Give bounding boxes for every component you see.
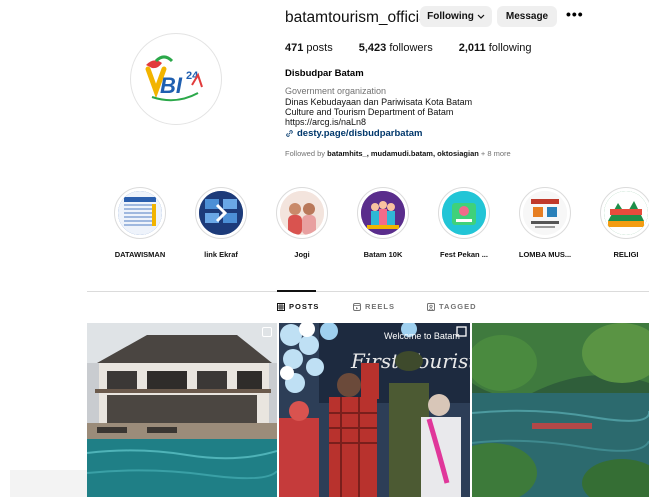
logo-text: BI — [160, 73, 183, 98]
carousel-icon — [262, 327, 272, 337]
highlight-fest-pekan[interactable]: Fest Pekan ... — [423, 187, 505, 259]
people-thumbnail-icon — [280, 191, 324, 235]
following-button[interactable]: Following — [420, 6, 492, 27]
grid-icon — [277, 302, 285, 311]
chevron-down-icon — [477, 14, 485, 19]
followers-count-label: followers — [389, 42, 433, 54]
posts-count-value: 471 — [285, 42, 304, 54]
message-button[interactable]: Message — [497, 6, 557, 27]
highlight-jogi[interactable]: Jogi — [261, 187, 343, 259]
ekraf-thumbnail-icon — [199, 191, 243, 235]
tagged-icon — [427, 302, 435, 311]
post-banner-text: Welcome to Batam — [384, 331, 460, 341]
bio-link[interactable]: desty.page/disbudparbatam — [285, 128, 422, 139]
religi-thumbnail-icon — [604, 191, 648, 235]
fest-thumbnail-icon — [442, 191, 486, 235]
tab-posts-label: POSTS — [289, 302, 320, 311]
highlight-label: RELIGI — [613, 250, 639, 259]
highlight-datawisman[interactable]: DATAWISMAN — [99, 187, 181, 259]
bio-link-text: desty.page/disbudparbatam — [297, 128, 423, 139]
more-options-icon[interactable]: ••• — [566, 7, 583, 23]
profile-username: batamtourism_official — [285, 9, 432, 26]
following-count[interactable]: 2,011 following — [459, 42, 532, 54]
followers-count[interactable]: 5,423 followers — [359, 42, 433, 54]
nature-photo — [472, 323, 649, 497]
reels-icon — [353, 302, 361, 311]
highlight-label: Batam 10K — [363, 250, 403, 259]
posts-count: 471 posts — [285, 42, 333, 54]
bottom-overlay — [10, 470, 87, 497]
followed-by-prefix: Followed by — [285, 149, 326, 158]
post-villa[interactable] — [87, 323, 277, 497]
tab-active-indicator — [277, 290, 316, 292]
following-count-label: following — [488, 42, 532, 54]
bio-line-1: Dinas Kebudayaan dan Pariwisata Kota Bat… — [285, 97, 473, 107]
tab-tagged-label: TAGGED — [439, 302, 477, 311]
post-first-tourist[interactable]: Welcome to Batam First Tourist — [279, 323, 470, 497]
villa-photo — [87, 323, 277, 497]
tab-divider — [87, 291, 649, 292]
bio-line-3[interactable]: https://arcg.is/naLn8 — [285, 117, 366, 127]
batam-logo-icon: BI 24 — [133, 36, 219, 122]
posts-count-label: posts — [306, 42, 333, 54]
followed-by-suffix: + 8 more — [480, 149, 511, 158]
poster-thumbnail-icon — [523, 191, 567, 235]
bio-line-2: Culture and Tourism Department of Batam — [285, 107, 454, 117]
tab-reels-label: REELS — [365, 302, 396, 311]
highlight-link-ekraf[interactable]: link Ekraf — [180, 187, 262, 259]
event-photo: Welcome to Batam First Tourist — [279, 323, 470, 497]
profile-stats: 471 posts 5,423 followers 2,011 followin… — [285, 42, 558, 54]
highlight-label: LOMBA MUS... — [518, 250, 572, 259]
tab-reels[interactable]: REELS — [353, 302, 395, 311]
highlight-label: Jogi — [294, 250, 310, 259]
highlight-label: Fest Pekan ... — [440, 250, 488, 259]
tab-tagged[interactable]: TAGGED — [427, 302, 477, 311]
link-icon — [286, 130, 293, 137]
runners-thumbnail-icon — [361, 191, 405, 235]
profile-category: Government organization — [285, 86, 387, 96]
table-thumbnail-icon — [118, 191, 162, 235]
highlight-label: DATAWISMAN — [114, 250, 166, 259]
tab-posts[interactable]: POSTS — [277, 302, 319, 311]
highlight-lomba-mus[interactable]: LOMBA MUS... — [504, 187, 586, 259]
followers-count-value: 5,423 — [358, 42, 387, 54]
highlight-batam-10k[interactable]: Batam 10K — [342, 187, 424, 259]
profile-avatar[interactable]: BI 24 — [130, 33, 222, 125]
following-count-value: 2,011 — [458, 42, 486, 54]
post-nature[interactable] — [472, 323, 649, 497]
highlight-label: link Ekraf — [204, 250, 238, 259]
following-button-label: Following — [427, 11, 474, 22]
profile-name: Disbudpar Batam — [285, 68, 364, 79]
followed-by-names: batamhits_, mudamudi.batam, oktosiagian — [327, 149, 479, 158]
followed-by[interactable]: Followed by batamhits_, mudamudi.batam, … — [285, 149, 511, 158]
highlight-religi[interactable]: RELIGI — [585, 187, 649, 259]
